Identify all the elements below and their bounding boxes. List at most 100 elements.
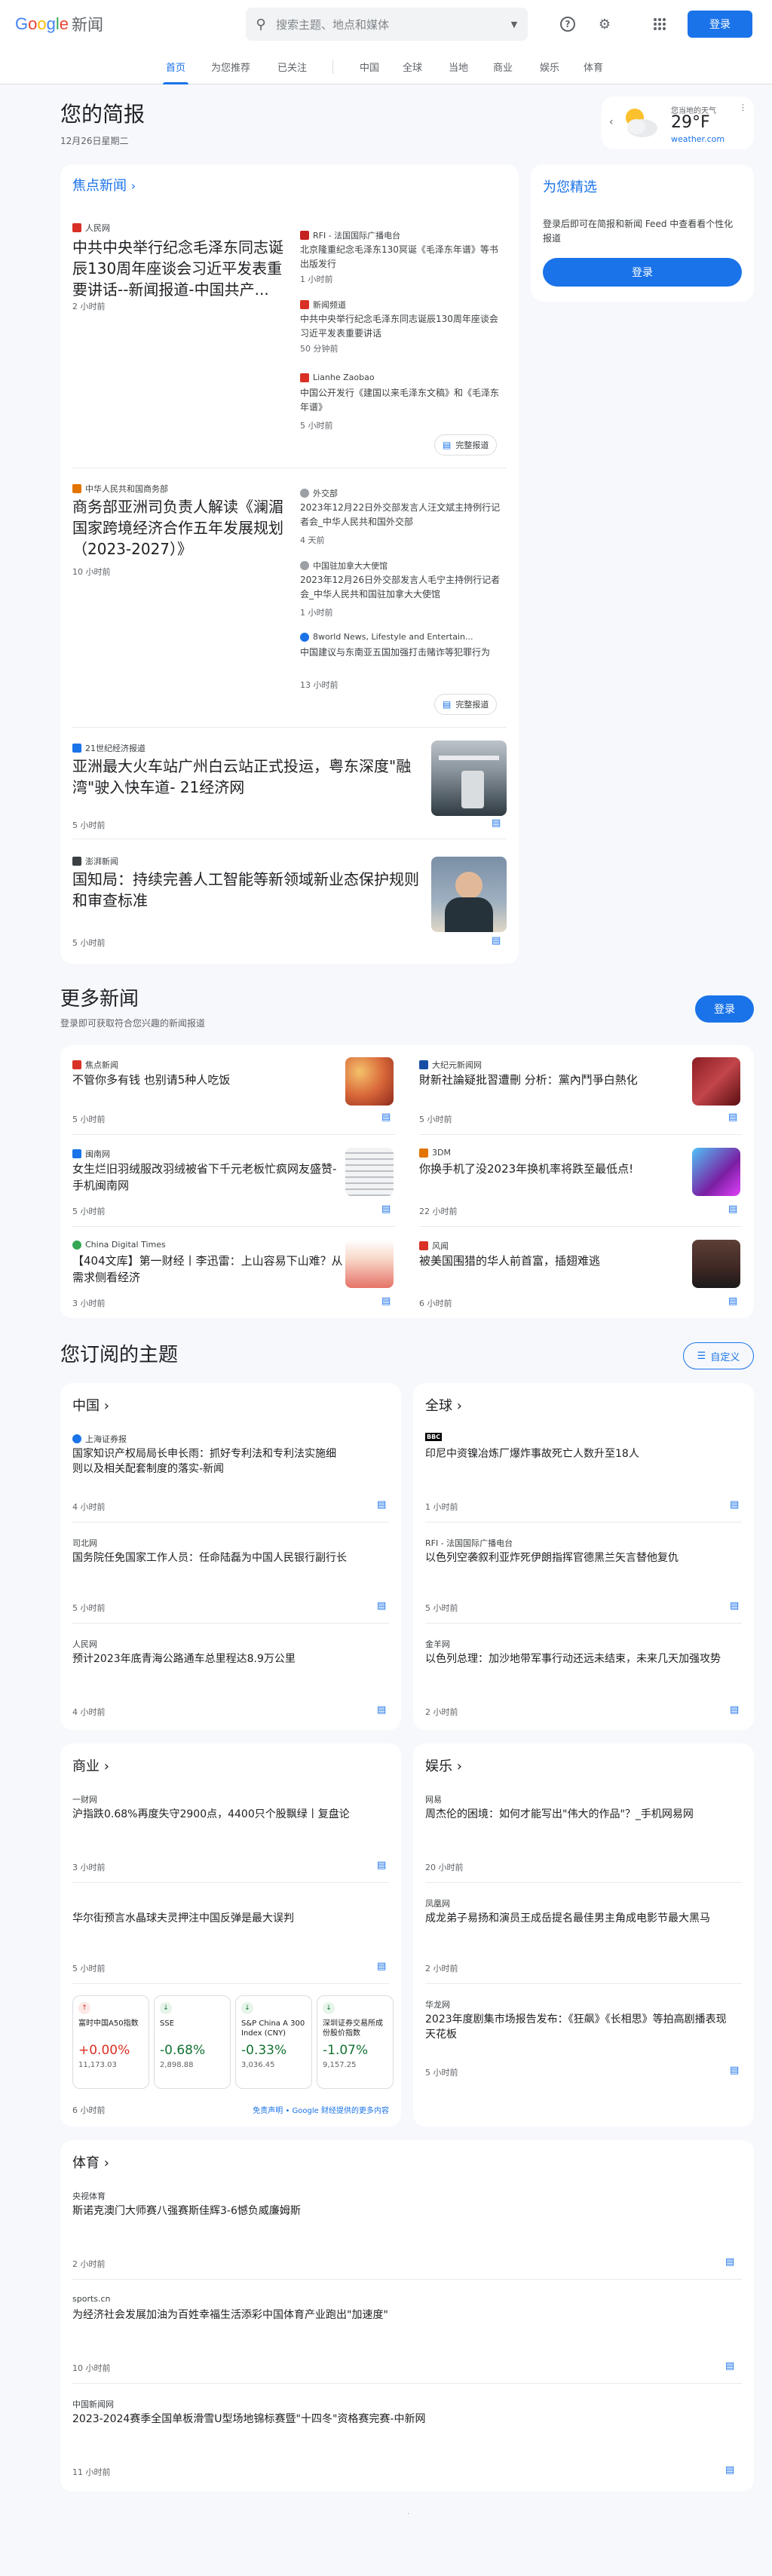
story-thumbnail[interactable]: [431, 857, 507, 932]
more-vert-icon[interactable]: ⋮: [739, 103, 747, 112]
full-coverage-icon[interactable]: ▤: [377, 1600, 386, 1612]
story-thumbnail[interactable]: [345, 1148, 394, 1196]
full-coverage-icon[interactable]: ▤: [728, 1112, 737, 1123]
full-coverage-icon[interactable]: ▤: [492, 817, 501, 829]
more-news-sign-in-button[interactable]: 登录: [695, 995, 754, 1023]
full-coverage-icon[interactable]: ▤: [377, 1961, 386, 1972]
help-icon[interactable]: ?: [557, 14, 578, 35]
story-title[interactable]: 斯诺克澳门大师赛八强赛斯佳辉3-6憾负威廉姆斯: [72, 2203, 721, 2219]
stock-card[interactable]: ↓ 深圳证券交易所成份股价指数 -1.07% 9,157.25: [317, 1995, 394, 2089]
story-title[interactable]: 国家知识产权局局长申长雨：抓好专利法和专利法实施细则以及相关配套制度的落实-新闻: [72, 1446, 344, 1477]
topic-heading[interactable]: 商业 ›: [72, 1756, 109, 1775]
weather-source-link[interactable]: weather.com: [671, 134, 725, 144]
story-title[interactable]: 成龙弟子易扬和演员王成岳提名最佳男主角成电影节最大黑马: [425, 1911, 742, 1926]
story-title[interactable]: 周杰伦的困境：如何才能写出"伟大的作品"？_手机网易网: [425, 1807, 742, 1822]
full-coverage-icon[interactable]: ▤: [381, 1296, 391, 1307]
story-title[interactable]: 中国建议与东南亚五国加强打击赌诈等犯罪行为: [300, 646, 504, 660]
full-coverage-icon[interactable]: ▤: [381, 1112, 391, 1123]
full-coverage-icon[interactable]: ▤: [725, 2360, 734, 2372]
google-news-logo[interactable]: Google 新闻: [15, 13, 103, 35]
nav-tab[interactable]: 商业: [493, 48, 513, 84]
nav-tab[interactable]: 娱乐: [540, 48, 559, 84]
topic-heading[interactable]: 中国 ›: [72, 1395, 109, 1415]
divider: [72, 1882, 389, 1883]
story-title[interactable]: 北京隆重纪念毛泽东130冥诞《毛泽东年谱》等书出版发行: [300, 243, 504, 271]
story-title[interactable]: 財新社論疑批習遭刪 分析：黨內鬥爭白熱化: [419, 1072, 691, 1089]
topic-heading[interactable]: 全球 ›: [425, 1395, 462, 1415]
full-coverage-icon[interactable]: ▤: [492, 935, 501, 946]
full-coverage-icon[interactable]: ▤: [728, 1296, 737, 1307]
nav-tab[interactable]: 已关注: [277, 48, 307, 84]
full-coverage-icon[interactable]: ▤: [730, 1704, 739, 1716]
story-title[interactable]: 以色列总理：加沙地带军事行动还远未结束，未来几天加强攻势: [425, 1651, 727, 1667]
story-title[interactable]: 印尼中资镍冶炼厂爆炸事故死亡人数升至18人: [425, 1446, 727, 1461]
story-thumbnail[interactable]: [345, 1057, 394, 1106]
story-thumbnail[interactable]: [431, 741, 507, 816]
full-coverage-icon[interactable]: ▤: [377, 1860, 386, 1871]
top-stories-heading[interactable]: 焦点新闻 ›: [72, 175, 136, 195]
weather-widget[interactable]: ‹ 您当地的天气 29°F weather.com ⋮: [602, 97, 754, 149]
story-title[interactable]: 被美国围猎的华人前首富，插翅难逃: [419, 1253, 691, 1270]
story-title[interactable]: 亚洲最大火车站广州白云站正式投运，粤东深度"融湾"驶入快车道- 21经济网: [72, 756, 427, 798]
stock-card[interactable]: ↑ 富时中国A50指数 +0.00% 11,173.03: [72, 1995, 149, 2089]
search-box[interactable]: ⚲ 搜索主题、地点和媒体 ▼: [246, 8, 528, 41]
nav-tab[interactable]: 全球: [403, 48, 422, 84]
nav-tab[interactable]: 中国: [360, 48, 379, 84]
story-title[interactable]: 华尔街预言水晶球夫灵押注中国反弹是最大误判: [72, 1911, 389, 1926]
story-title[interactable]: 2023年12月22日外交部发言人汪文斌主持例行记者会_中华人民共和国外交部: [300, 501, 504, 529]
full-coverage-button[interactable]: ▤ 完整报道: [434, 694, 498, 715]
apps-grid-icon[interactable]: [649, 14, 670, 35]
finance-disclaimer-link[interactable]: 免责声明 • Google 财经提供的更多内容: [226, 2104, 389, 2115]
customize-button[interactable]: ☰ 自定义: [683, 1342, 754, 1369]
full-coverage-icon[interactable]: ▤: [730, 1499, 739, 1510]
search-icon[interactable]: ⚲: [246, 17, 276, 32]
story-thumbnail[interactable]: [692, 1240, 740, 1288]
story-title[interactable]: 不管你多有钱 也别请5种人吃饭: [72, 1072, 344, 1089]
story-title[interactable]: 中共中央举行纪念毛泽东同志诞辰130周年座谈会习近平发表重要讲话: [300, 312, 504, 341]
story-title[interactable]: 为经济社会发展加油为百姓幸福生活添彩中国体育产业跑出"加速度": [72, 2308, 721, 2323]
story-title[interactable]: 你换手机了没2023年换机率将跌至最低点!: [419, 1161, 691, 1178]
stock-card[interactable]: ↓ SSE -0.68% 2,898.88: [154, 1995, 231, 2089]
full-coverage-icon[interactable]: ▤: [377, 1704, 386, 1716]
stock-name: 富时中国A50指数: [78, 2019, 139, 2028]
full-coverage-icon[interactable]: ▤: [725, 2256, 734, 2268]
story-thumbnail[interactable]: [692, 1148, 740, 1196]
story-title[interactable]: 2023年12月26日外交部发言人毛宁主持例行记者会_中华人民共和国驻加拿大大使…: [300, 573, 504, 602]
full-coverage-icon[interactable]: ▤: [381, 1204, 391, 1215]
story-title[interactable]: 【404文库】第一财经丨李迅雷：上山容易下山难？从需求侧看经济: [72, 1253, 344, 1286]
story-title[interactable]: 国知局：持续完善人工智能等新领域新业态保护规则和审查标准: [72, 869, 427, 911]
story-thumbnail[interactable]: [692, 1057, 740, 1106]
story-title[interactable]: 以色列空袭叙利亚炸死伊朗指挥官德黑兰矢言替他复仇: [425, 1550, 727, 1566]
story-title[interactable]: 预计2023年底青海公路通车总里程达8.9万公里: [72, 1651, 374, 1667]
story-title[interactable]: 2023年度剧集市场报告发布：《狂飙》《长相思》等拍高剧播表现天花板: [425, 2012, 727, 2043]
full-coverage-icon[interactable]: ▤: [730, 1600, 739, 1612]
topic-heading[interactable]: 娱乐 ›: [425, 1756, 462, 1775]
chevron-down-icon[interactable]: ▼: [501, 20, 528, 29]
full-coverage-icon[interactable]: ▤: [730, 2065, 739, 2076]
nav-tab[interactable]: 当地: [449, 48, 468, 84]
nav-tab[interactable]: 体育: [584, 48, 603, 84]
full-coverage-icon[interactable]: ▤: [728, 1204, 737, 1215]
lead-story-title[interactable]: 商务部亚洲司负责人解读《澜湄国家跨境经济合作五年发展规划（2023-2027）》: [72, 496, 291, 560]
story-title[interactable]: 女生烂旧羽绒服改羽绒被省下千元老板忙疯网友盛赞-手机闽南网: [72, 1161, 344, 1194]
picks-heading[interactable]: 为您精选: [543, 176, 597, 196]
nav-tab[interactable]: 首页: [162, 48, 189, 84]
story-title[interactable]: 沪指跌0.68%再度失守2900点，4400只个股飘绿丨复盘论: [72, 1807, 389, 1822]
lead-story-title[interactable]: 中共中央举行纪念毛泽东同志诞辰130周年座谈会习近平发表重要讲话--新闻报道-中…: [72, 237, 291, 300]
story-thumbnail[interactable]: [345, 1240, 394, 1288]
topic-card-entertainment: 娱乐 › 网易 周杰伦的困境：如何才能写出"伟大的作品"？_手机网易网 20 小…: [413, 1743, 754, 2127]
sign-in-button[interactable]: 登录: [688, 11, 752, 38]
search-placeholder[interactable]: 搜索主题、地点和媒体: [276, 17, 501, 32]
gear-icon[interactable]: ⚙: [594, 14, 615, 35]
story-title[interactable]: 2023-2024赛季全国单板滑雪U型场地锦标赛暨"十四冬"资格赛完赛-中新网: [72, 2412, 721, 2427]
story-title[interactable]: 国务院任免国家工作人员：任命陆磊为中国人民银行副行长: [72, 1550, 374, 1566]
stock-card[interactable]: ↓ S&P China A 300 Index (CNY) -0.33% 3,0…: [235, 1995, 312, 2089]
picks-sign-in-button[interactable]: 登录: [543, 258, 742, 287]
nav-tab[interactable]: 为您推荐: [211, 48, 250, 84]
full-coverage-icon[interactable]: ▤: [725, 2464, 734, 2476]
story-title[interactable]: 中国公开发行《建国以来毛泽东文稿》和《毛泽东年谱》: [300, 386, 504, 415]
full-coverage-icon[interactable]: ▤: [377, 1499, 386, 1510]
topic-heading[interactable]: 体育 ›: [72, 2152, 109, 2172]
chevron-left-icon[interactable]: ‹: [609, 116, 614, 128]
full-coverage-button[interactable]: ▤ 完整报道: [434, 434, 498, 455]
